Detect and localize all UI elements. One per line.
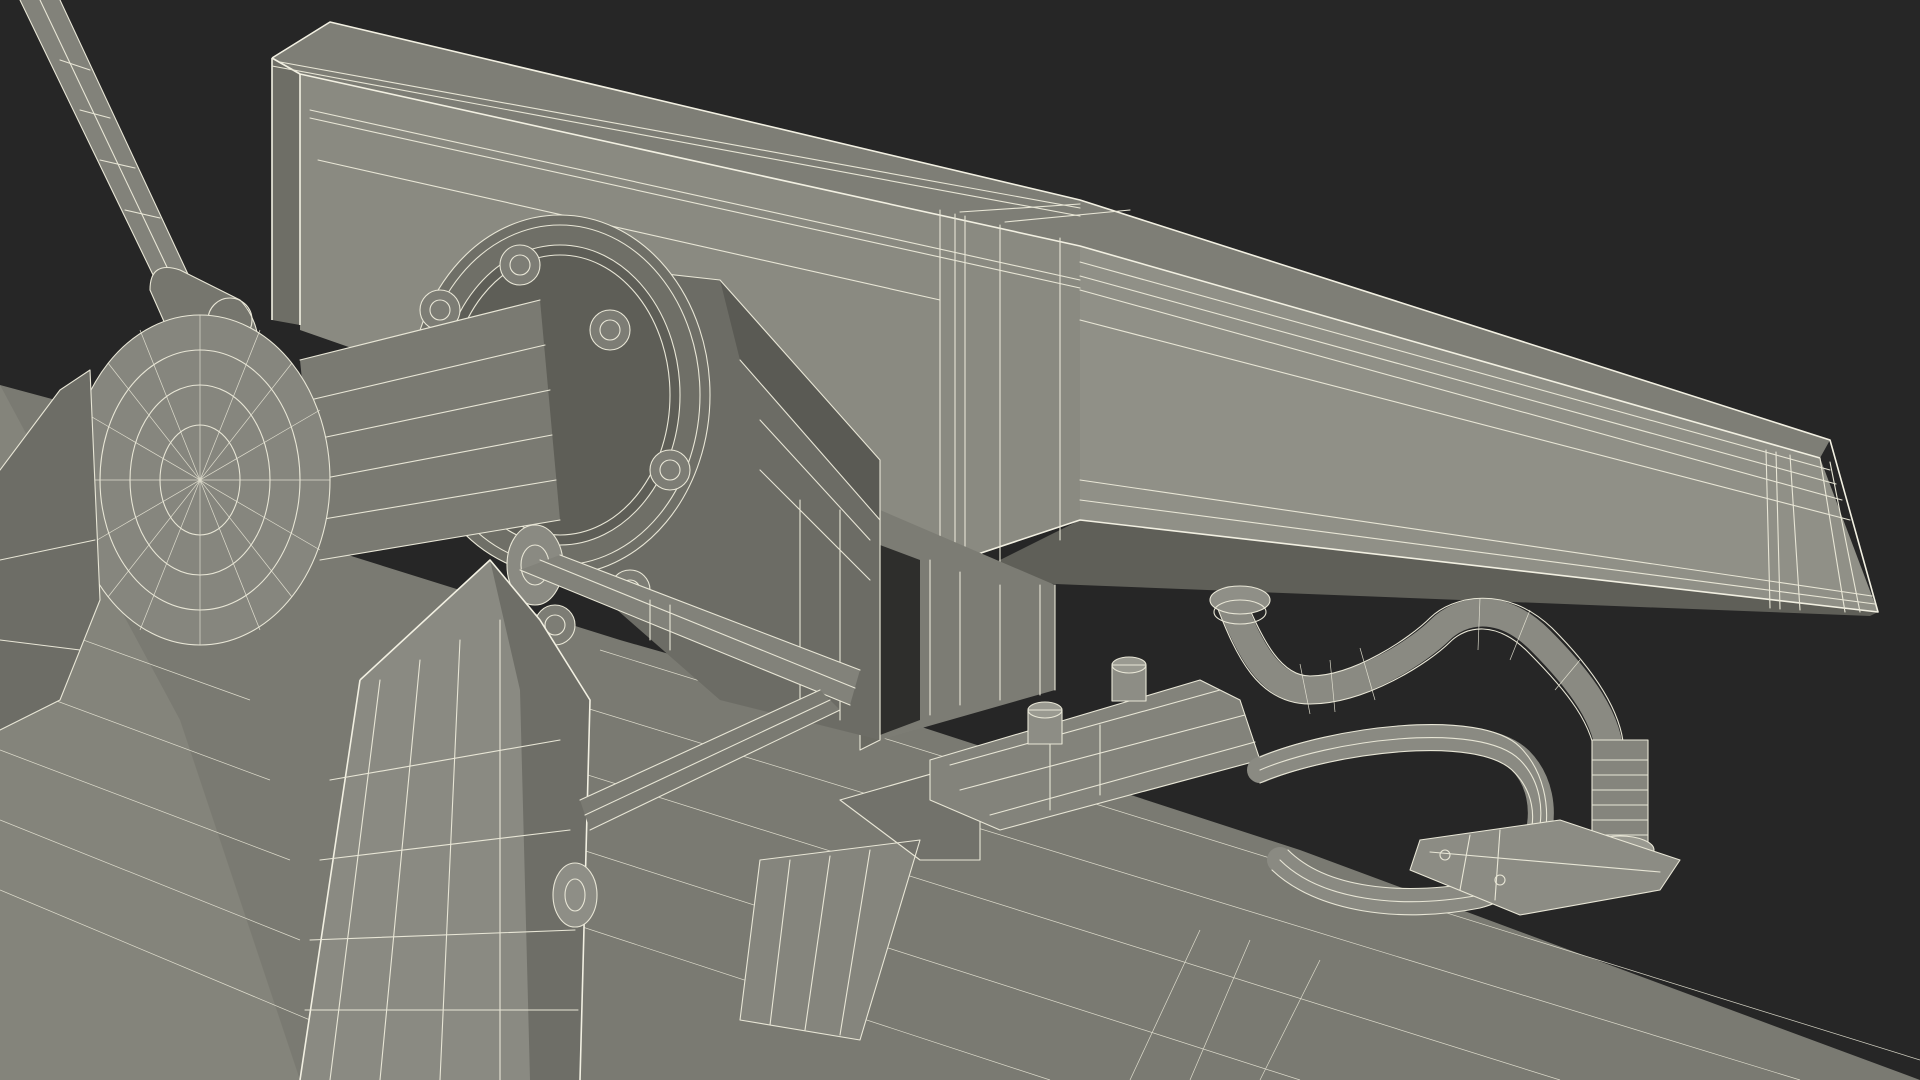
wireframe-render (0, 0, 1920, 1080)
motor-disc (69, 314, 331, 646)
render-viewport (0, 0, 1920, 1080)
side-wheel (552, 862, 598, 928)
